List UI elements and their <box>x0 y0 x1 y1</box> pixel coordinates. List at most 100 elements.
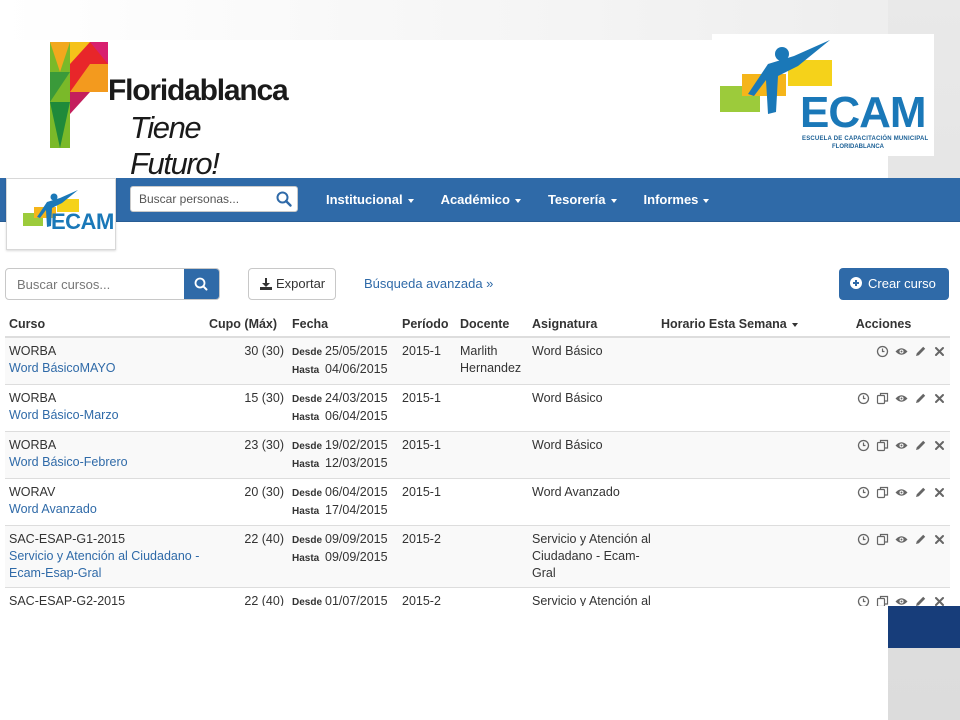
table-row: SAC-ESAP-G2-2015 Servicio y Atención al C… <box>5 587 950 606</box>
date-to-label: Hasta <box>292 459 320 470</box>
people-search-input[interactable] <box>131 187 271 211</box>
cell-periodo: 2015-1 <box>398 431 456 479</box>
menu-label: Académico <box>440 192 510 207</box>
course-name-link[interactable]: Word Básico-Febrero <box>9 454 201 471</box>
table-row: WORBA Word Básico-Marzo 15 (30) Desde 24/03/… <box>5 384 950 432</box>
history-icon[interactable] <box>857 392 870 405</box>
people-search[interactable] <box>130 186 298 212</box>
view-icon[interactable] <box>895 486 908 499</box>
course-name-link[interactable]: Word BásicoMAYO <box>9 360 201 377</box>
course-code: WORAV <box>9 485 56 499</box>
cell-periodo: 2015-1 <box>398 478 456 526</box>
cell-fecha: Desde01/07/2015Hasta15/12/2015 <box>288 587 398 606</box>
view-icon[interactable] <box>895 345 908 358</box>
date-from: 25/05/2015 <box>325 344 388 358</box>
course-code: SAC-ESAP-G2-2015 <box>9 594 126 606</box>
edit-icon[interactable] <box>914 595 927 606</box>
edit-icon[interactable] <box>914 345 927 358</box>
ecam-subtitle: ESCUELA DE CAPACITACIÓN MUNICIPAL <box>802 136 929 142</box>
date-from: 24/03/2015 <box>325 391 388 405</box>
menu-label: Informes <box>643 192 699 207</box>
cell-periodo: 2015-1 <box>398 384 456 432</box>
delete-icon[interactable] <box>933 486 946 499</box>
course-code: SAC-ESAP-G1-2015 <box>9 532 126 546</box>
col-cupo[interactable]: Cupo (Máx) <box>205 312 288 338</box>
course-search-input[interactable] <box>6 269 186 299</box>
col-periodo[interactable]: Período <box>398 312 456 338</box>
copy-icon[interactable] <box>876 595 889 606</box>
delete-icon[interactable] <box>933 439 946 452</box>
col-curso[interactable]: Curso <box>5 312 205 338</box>
table-row: WORBA Word Básico-Febrero 23 (30) Desde 19/0… <box>5 431 950 479</box>
cell-asignatura: Servicio y Atención al Ciudadano <box>528 587 657 606</box>
caret-down-icon <box>791 322 798 327</box>
view-icon[interactable] <box>895 439 908 452</box>
col-asignatura[interactable]: Asignatura <box>528 312 657 338</box>
course-code: WORBA <box>9 438 57 452</box>
menu-academico[interactable]: Académico <box>433 178 529 222</box>
date-to: 06/04/2015 <box>325 409 388 423</box>
search-icon <box>194 277 208 291</box>
course-search[interactable] <box>5 268 220 300</box>
table-row: SAC-ESAP-G1-2015 Servicio y Atención al C… <box>5 525 950 588</box>
app-logo[interactable]: ECAM <box>6 178 116 250</box>
floridablanca-logo: Floridablanca Tiene Futuro! <box>42 36 289 181</box>
date-to-label: Hasta <box>292 553 320 564</box>
delete-icon[interactable] <box>933 345 946 358</box>
delete-icon[interactable] <box>933 595 946 606</box>
copy-icon[interactable] <box>876 392 889 405</box>
course-name-link[interactable]: Word Básico-Marzo <box>9 407 201 424</box>
menu-informes[interactable]: Informes <box>636 178 718 222</box>
cell-acciones <box>817 431 950 479</box>
cell-acciones <box>817 336 950 385</box>
cell-horario <box>657 431 817 479</box>
advanced-search-link[interactable]: Búsqueda avanzada » <box>364 268 493 300</box>
history-icon[interactable] <box>857 439 870 452</box>
cell-docente <box>456 478 528 526</box>
cell-fecha: Desde 24/03/2015 Hasta 06/04/2015 <box>288 384 398 432</box>
history-icon[interactable] <box>857 595 870 606</box>
delete-icon[interactable] <box>933 533 946 546</box>
col-docente[interactable]: Docente <box>456 312 528 338</box>
course-search-button[interactable] <box>184 269 219 299</box>
col-horario[interactable]: Horario Esta Semana <box>657 312 817 338</box>
history-icon[interactable] <box>857 533 870 546</box>
edit-icon[interactable] <box>914 392 927 405</box>
table-row: WORBA Word BásicoMAYO 30 (30) Desde 25/05/20… <box>5 336 950 385</box>
menu-institucional[interactable]: Institucional <box>318 178 422 222</box>
top-navbar: Institucional Académico Tesorería Inform… <box>0 178 960 222</box>
copy-icon[interactable] <box>876 486 889 499</box>
create-course-button[interactable]: Crear curso <box>839 268 949 300</box>
course-name-link[interactable]: Word Avanzado <box>9 501 201 518</box>
delete-icon[interactable] <box>933 392 946 405</box>
date-to: 17/04/2015 <box>325 503 388 517</box>
history-icon[interactable] <box>876 345 889 358</box>
main-menu: Institucional Académico Tesorería Inform… <box>318 178 728 222</box>
edit-icon[interactable] <box>914 533 927 546</box>
export-button[interactable]: Exportar <box>248 268 336 300</box>
edit-icon[interactable] <box>914 486 927 499</box>
col-acciones: Acciones <box>817 312 950 338</box>
menu-label: Tesorería <box>547 192 606 207</box>
edit-icon[interactable] <box>914 439 927 452</box>
col-fecha[interactable]: Fecha <box>288 312 398 338</box>
slide: Floridablanca Tiene Futuro! ECAM ESCUELA… <box>0 0 960 720</box>
history-icon[interactable] <box>857 486 870 499</box>
search-icon[interactable] <box>275 190 293 208</box>
copy-icon[interactable] <box>876 439 889 452</box>
view-icon[interactable] <box>895 392 908 405</box>
date-from: 19/02/2015 <box>325 438 388 452</box>
cell-cupo: 23 (30) <box>205 431 288 479</box>
date-from: 01/07/2015 <box>325 594 388 606</box>
app-screenshot: Institucional Académico Tesorería Inform… <box>0 178 960 606</box>
menu-tesoreria[interactable]: Tesorería <box>540 178 625 222</box>
cell-curso: SAC-ESAP-G2-2015Servicio y Atención al C… <box>5 587 205 606</box>
menu-label: Institucional <box>326 192 403 207</box>
date-from-label: Desde <box>292 347 323 358</box>
cell-curso: WORBA Word Básico-Marzo <box>5 384 205 432</box>
view-icon[interactable] <box>895 533 908 546</box>
course-name-link[interactable]: Servicio y Atención al Ciudadano -Ecam-E… <box>9 548 201 582</box>
copy-icon[interactable] <box>876 533 889 546</box>
course-toolbar: Exportar Búsqueda avanzada » Crear curso <box>0 268 960 300</box>
view-icon[interactable] <box>895 595 908 606</box>
